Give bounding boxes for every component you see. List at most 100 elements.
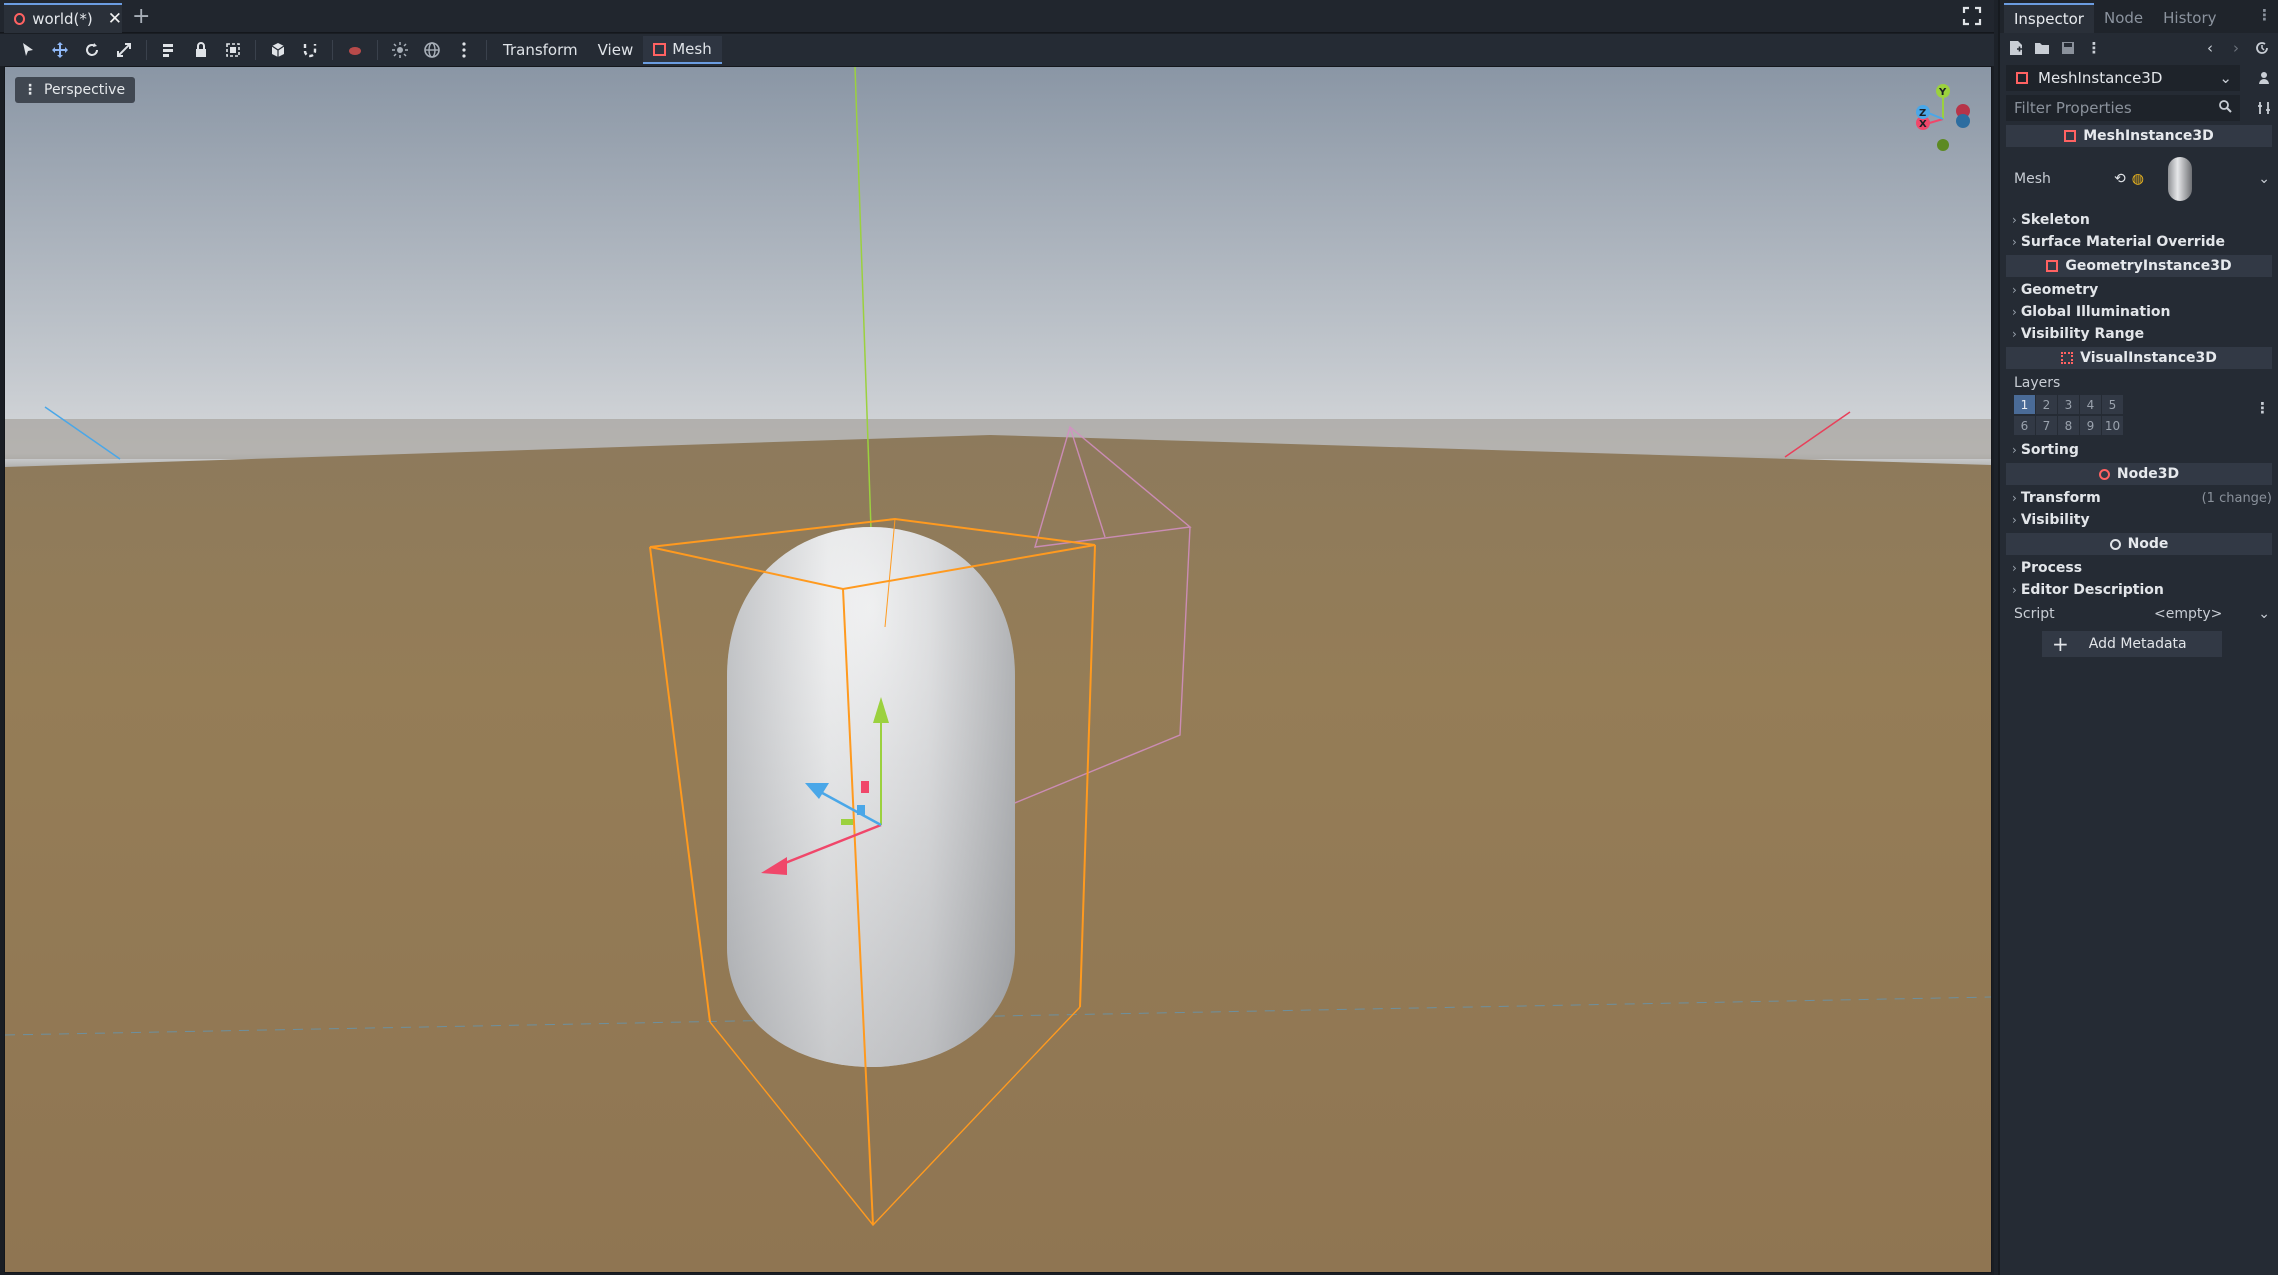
layer-cell[interactable]: 5	[2102, 395, 2123, 414]
mesh-menu[interactable]: Mesh	[643, 36, 722, 64]
scene-tab-label: world(*)	[32, 10, 93, 28]
3d-viewport[interactable]: Y X Z ⋮ Perspective	[4, 66, 1992, 1273]
preview-sun-button[interactable]	[339, 36, 371, 64]
cube-icon	[271, 43, 285, 57]
group-sorting[interactable]: › Sorting	[2000, 439, 2278, 461]
pin-icon[interactable]: ◍	[2132, 171, 2144, 187]
group-visibility[interactable]: › Visibility	[2000, 509, 2278, 531]
inspector-dock: Inspector Node History ⋮ ⋮ ‹ › MeshInsta…	[1998, 0, 2278, 1275]
main-editor: world(*) ✕ + Transform View Mesh Y X Z ⋮…	[0, 0, 1994, 1275]
layer-cell[interactable]: 1	[2014, 395, 2035, 414]
layer-cell[interactable]: 8	[2058, 416, 2079, 435]
group-transform[interactable]: › Transform (1 change)	[2000, 487, 2278, 509]
chevron-down-icon: ⌄	[2219, 69, 2232, 87]
more-options-button[interactable]	[448, 36, 480, 64]
preview-environment-button[interactable]	[416, 36, 448, 64]
list-select-button[interactable]	[153, 36, 185, 64]
scale-tool-button[interactable]	[108, 36, 140, 64]
dock-menu-icon[interactable]: ⋮	[2257, 6, 2272, 24]
history-back-icon[interactable]: ‹	[2202, 39, 2218, 57]
visual-instance-icon	[2061, 352, 2074, 364]
group-surface-material-override[interactable]: › Surface Material Override	[2000, 231, 2278, 253]
viewport-scene[interactable]: Y X Z	[5, 67, 1992, 1273]
group-skeleton[interactable]: › Skeleton	[2000, 209, 2278, 231]
group-process[interactable]: › Process	[2000, 557, 2278, 579]
tab-node[interactable]: Node	[2094, 3, 2153, 33]
layer-cell[interactable]: 10	[2102, 416, 2123, 435]
layer-cell[interactable]: 6	[2014, 416, 2035, 435]
rotate-tool-button[interactable]	[76, 36, 108, 64]
mesh-instance-icon	[2064, 130, 2077, 142]
section-meshinstance3d[interactable]: MeshInstance3D	[2006, 125, 2272, 147]
object-history-icon[interactable]	[2254, 40, 2270, 56]
add-metadata-button[interactable]: + Add Metadata	[2042, 631, 2222, 657]
scene-tab-world[interactable]: world(*) ✕	[4, 3, 122, 33]
dock-tabs: Inspector Node History ⋮	[2000, 0, 2278, 33]
mesh-preview-thumbnail[interactable]	[2164, 155, 2196, 203]
resource-menu-icon[interactable]: ⋮	[2086, 39, 2102, 57]
group-editor-description[interactable]: › Editor Description	[2000, 579, 2278, 601]
view-menu[interactable]: View	[588, 36, 644, 64]
object-selector[interactable]: MeshInstance3D ⌄	[2006, 65, 2240, 91]
layer-cell[interactable]: 7	[2036, 416, 2057, 435]
rotate-icon	[86, 43, 98, 56]
move-tool-button[interactable]	[44, 36, 76, 64]
save-resource-icon[interactable]	[2060, 40, 2076, 56]
new-resource-icon[interactable]	[2008, 40, 2024, 56]
scale-icon	[117, 43, 131, 57]
script-label: Script	[2014, 606, 2055, 622]
chevron-down-icon[interactable]: ⌄	[2258, 606, 2270, 622]
node3d-icon	[14, 13, 26, 25]
list-icon	[163, 44, 173, 57]
transform-change-count: (1 change)	[2201, 490, 2272, 506]
mesh-property-label: Mesh	[2014, 171, 2051, 187]
section-visualinstance3d[interactable]: VisualInstance3D	[2006, 347, 2272, 369]
magnet-icon	[303, 44, 317, 58]
chevron-down-icon[interactable]: ⌄	[2258, 171, 2270, 187]
history-forward-icon[interactable]: ›	[2228, 39, 2244, 57]
inspector-toolbar: ⋮ ‹ ›	[2000, 33, 2278, 63]
section-node3d[interactable]: Node3D	[2006, 463, 2272, 485]
preview-light-button[interactable]	[384, 36, 416, 64]
layer-cell[interactable]: 3	[2058, 395, 2079, 414]
filter-properties-input[interactable]: Filter Properties	[2006, 95, 2240, 121]
group-geometry[interactable]: › Geometry	[2000, 279, 2278, 301]
fullscreen-icon[interactable]	[1962, 6, 1982, 26]
local-space-button[interactable]	[262, 36, 294, 64]
transform-menu[interactable]: Transform	[493, 36, 588, 64]
tab-history[interactable]: History	[2153, 3, 2226, 33]
script-value[interactable]: <empty>	[2154, 606, 2258, 622]
load-resource-icon[interactable]	[2034, 40, 2050, 56]
snap-button[interactable]	[294, 36, 326, 64]
add-tab-button[interactable]: +	[132, 4, 150, 29]
section-node[interactable]: Node	[2006, 533, 2272, 555]
revert-icon[interactable]: ⟲	[2114, 171, 2126, 187]
layer-cell[interactable]: 2	[2036, 395, 2057, 414]
geometry-instance-icon	[2046, 260, 2059, 272]
svg-text:Y: Y	[1938, 87, 1947, 98]
filter-placeholder: Filter Properties	[2014, 99, 2132, 117]
tab-inspector[interactable]: Inspector	[2004, 3, 2094, 33]
cursor-icon	[23, 43, 33, 56]
group-button[interactable]	[217, 36, 249, 64]
move-icon	[52, 42, 68, 58]
group-global-illumination[interactable]: › Global Illumination	[2000, 301, 2278, 323]
section-geometryinstance3d[interactable]: GeometryInstance3D	[2006, 255, 2272, 277]
layers-grid[interactable]: 1 2 3 4 5 6 7 8 9 10 ⋮	[2014, 395, 2278, 439]
select-tool-button[interactable]	[12, 36, 44, 64]
layers-menu-icon[interactable]: ⋮	[2255, 399, 2270, 417]
mesh-instance-icon	[653, 42, 667, 56]
close-tab-icon[interactable]: ✕	[108, 9, 122, 29]
layer-cell[interactable]: 4	[2080, 395, 2101, 414]
doc-help-icon[interactable]	[2256, 70, 2272, 86]
kebab-menu-icon: ⋮	[23, 82, 37, 98]
add-metadata-label: Add Metadata	[2088, 636, 2187, 652]
group-visibility-range[interactable]: › Visibility Range	[2000, 323, 2278, 345]
object-selector-label: MeshInstance3D	[2038, 69, 2163, 87]
lock-button[interactable]	[185, 36, 217, 64]
layer-cell[interactable]: 9	[2080, 416, 2101, 435]
capsule-mesh[interactable]	[727, 527, 1015, 1067]
perspective-menu-button[interactable]: ⋮ Perspective	[15, 77, 136, 103]
tools-icon[interactable]	[2256, 100, 2272, 116]
search-icon	[2218, 99, 2232, 117]
